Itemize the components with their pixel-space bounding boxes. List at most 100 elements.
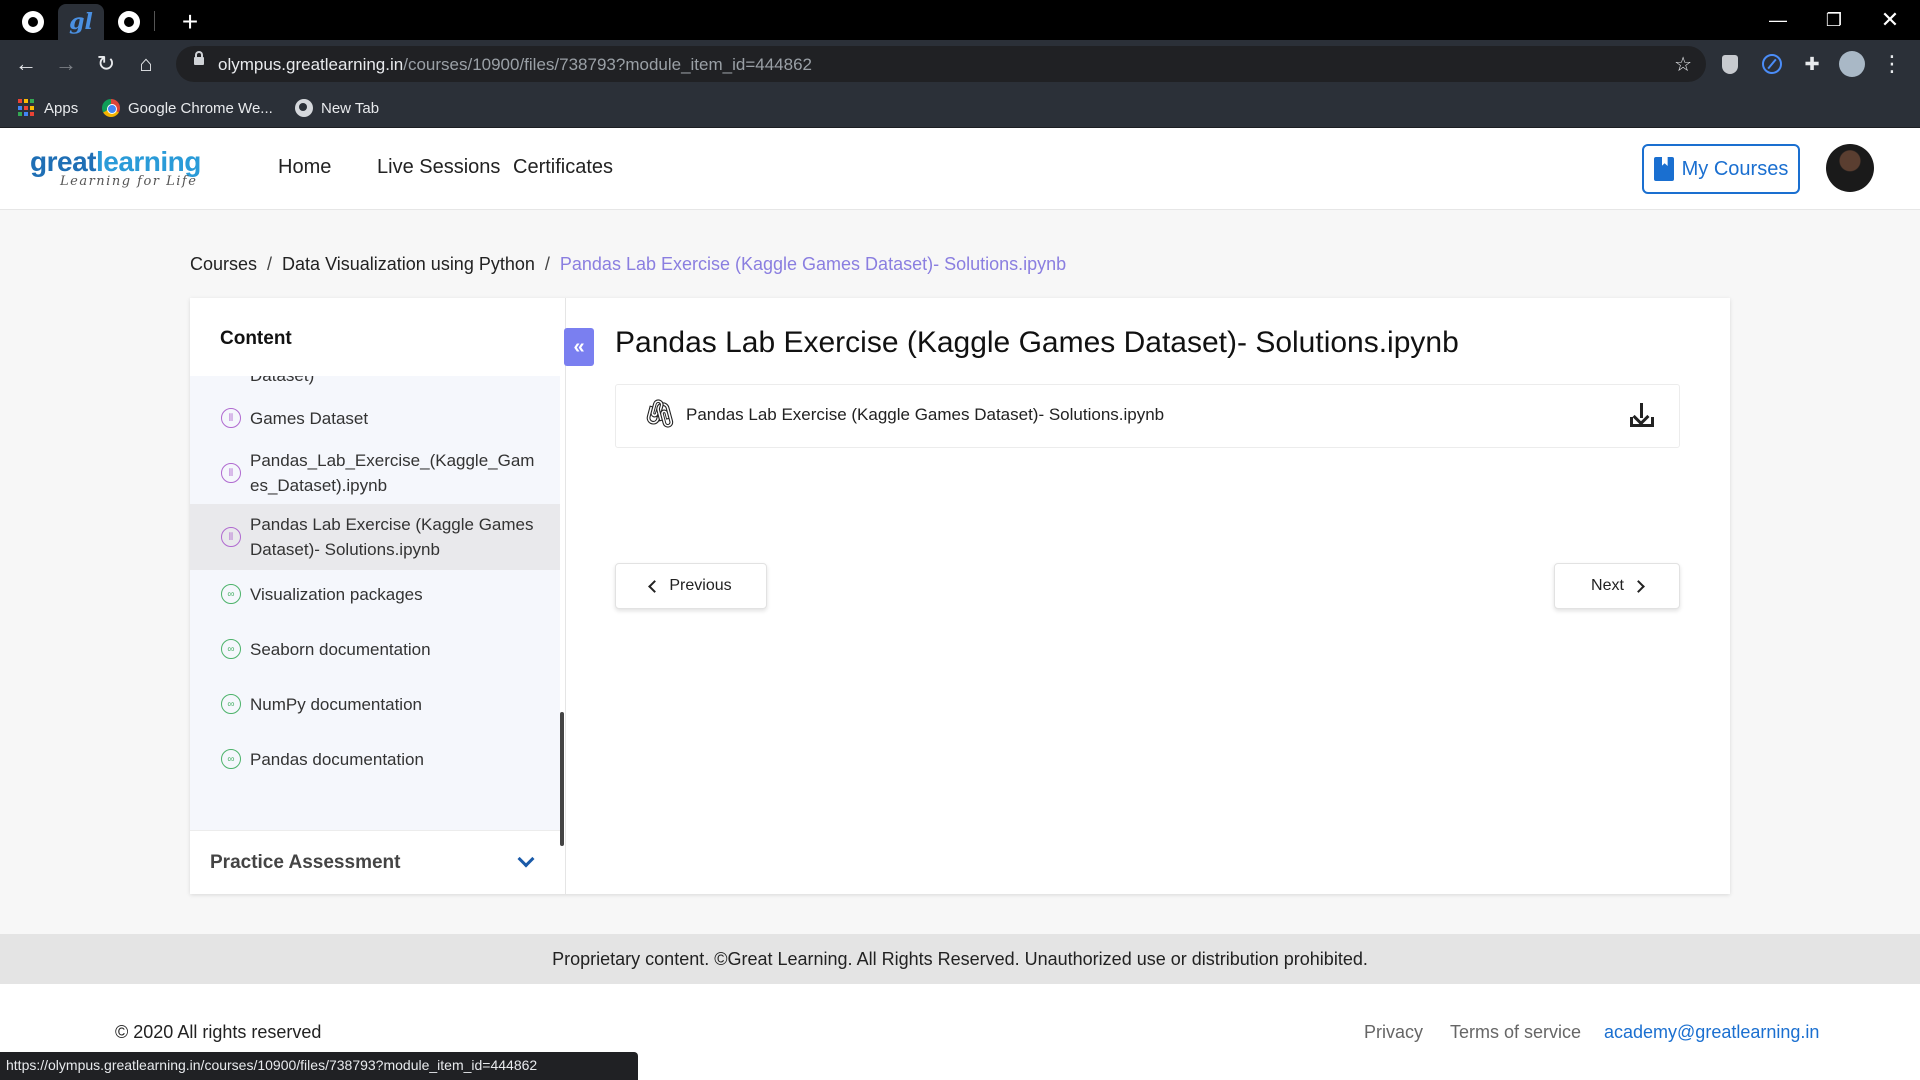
- link-icon: ∞: [221, 694, 241, 714]
- page-title: Pandas Lab Exercise (Kaggle Games Datase…: [615, 326, 1459, 359]
- collapse-sidebar-button[interactable]: «: [564, 328, 594, 366]
- link-icon: ∞: [221, 639, 241, 659]
- chrome-icon: [102, 99, 120, 117]
- bookmark-label: Apps: [44, 99, 79, 117]
- chevron-left-icon: [648, 579, 662, 593]
- sidebar-item-pandas-lab-exercise[interactable]: ⦀ Pandas_Lab_Exercise_(Kaggle_Gam es_Dat…: [190, 446, 560, 500]
- profile-avatar-icon[interactable]: [1838, 50, 1866, 78]
- github-icon: [118, 11, 140, 33]
- sidebar-item-label: Seaborn documentation: [250, 640, 431, 659]
- sidebar-item-label: Visualization packages: [250, 585, 423, 604]
- previous-label: Previous: [669, 577, 732, 594]
- globe-icon: [295, 99, 313, 117]
- site-header: greatlearning Learning for Life Home Liv…: [0, 128, 1920, 210]
- bookmark-label: Google Chrome We...: [128, 99, 273, 117]
- privacy-link[interactable]: Privacy: [1364, 1022, 1423, 1043]
- nav-certificates[interactable]: Certificates: [513, 156, 613, 179]
- sidebar-item-label: Pandas documentation: [250, 750, 424, 769]
- forward-button[interactable]: →: [48, 46, 84, 82]
- lock-icon: [194, 51, 204, 65]
- sidebar-item-label: Games Dataset: [250, 409, 369, 428]
- bookmark-apps[interactable]: Apps: [18, 96, 78, 120]
- sidebar-item-seaborn-documentation[interactable]: ∞ Seaborn documentation: [190, 635, 560, 663]
- bookmark-label: New Tab: [321, 99, 380, 117]
- restore-button[interactable]: ❐: [1806, 0, 1862, 40]
- tab-separator: [154, 11, 155, 31]
- greatlearning-tab[interactable]: gl: [58, 4, 104, 40]
- paperclip-icon: 🖇: [642, 398, 678, 429]
- github-tab[interactable]: [10, 4, 56, 40]
- sidebar-item-list[interactable]: Dataset) ⦀ Games Dataset ⦀ Pandas_Lab_Ex…: [190, 376, 560, 830]
- sidebar-item-visualization-packages[interactable]: ∞ Visualization packages: [190, 580, 560, 608]
- greatlearning-favicon-icon: gl: [69, 9, 93, 35]
- sidebar-item-label: NumPy documentation: [250, 695, 422, 714]
- sidebar-item-label: Pandas Lab Exercise (Kaggle Games Datase…: [250, 515, 534, 559]
- breadcrumb-courses[interactable]: Courses: [190, 254, 257, 274]
- file-name-link[interactable]: Pandas Lab Exercise (Kaggle Games Datase…: [686, 405, 1164, 425]
- clipped-item-text: Dataset): [250, 376, 314, 386]
- logo-text-great: great: [30, 146, 96, 177]
- logo-text-learning: learning: [95, 146, 201, 177]
- link-icon: ∞: [221, 749, 241, 769]
- logo-tagline: Learning for Life: [60, 174, 198, 189]
- next-label: Next: [1591, 577, 1624, 594]
- bookmark-star-icon[interactable]: ☆: [1674, 52, 1692, 77]
- content-card: Content Dataset) ⦀ Games Dataset ⦀ Panda…: [190, 298, 1730, 894]
- link-icon: ∞: [221, 584, 241, 604]
- back-button[interactable]: ←: [8, 46, 44, 82]
- sidebar-item-games-dataset[interactable]: ⦀ Games Dataset: [190, 404, 560, 432]
- close-window-button[interactable]: ✕: [1862, 0, 1918, 40]
- browser-status-bar: https://olympus.greatlearning.in/courses…: [0, 1052, 638, 1080]
- bookmarks-bar: Apps Google Chrome We... New Tab: [0, 88, 1920, 128]
- sidebar-scrollbar[interactable]: [560, 712, 564, 846]
- practice-assessment-label: Practice Assessment: [210, 851, 401, 873]
- email-link[interactable]: academy@greatlearning.in: [1604, 1022, 1819, 1043]
- github-icon: [22, 11, 44, 33]
- sidebar-item-numpy-documentation[interactable]: ∞ NumPy documentation: [190, 690, 560, 718]
- my-courses-label: My Courses: [1681, 157, 1789, 180]
- terms-of-service-link[interactable]: Terms of service: [1450, 1022, 1581, 1043]
- breadcrumb-separator: /: [267, 254, 273, 274]
- chevron-down-icon: [517, 850, 535, 868]
- file-icon: ⦀: [221, 408, 241, 428]
- chevron-right-icon: [1632, 579, 1645, 593]
- browser-toolbar: ← → ↻ ⌂ olympus.greatlearning.in/courses…: [0, 40, 1920, 88]
- shield-extension-icon[interactable]: [1716, 50, 1744, 78]
- kebab-menu-icon[interactable]: ⋮: [1878, 50, 1906, 78]
- home-button[interactable]: ⌂: [128, 46, 164, 82]
- download-icon[interactable]: [1629, 403, 1655, 429]
- github-tab-2[interactable]: [106, 4, 152, 40]
- practice-assessment-section[interactable]: Practice Assessment: [190, 830, 560, 894]
- content-sidebar: Content Dataset) ⦀ Games Dataset ⦀ Panda…: [190, 298, 566, 894]
- copyright-text: © 2020 All rights reserved: [115, 1022, 322, 1042]
- sidebar-item-pandas-lab-solutions[interactable]: ⦀ Pandas Lab Exercise (Kaggle Games Data…: [190, 504, 560, 570]
- next-button[interactable]: Next: [1554, 563, 1680, 609]
- user-avatar[interactable]: [1826, 144, 1874, 192]
- compass-extension-icon[interactable]: [1758, 50, 1786, 78]
- previous-button[interactable]: Previous: [615, 563, 767, 609]
- sidebar-item-pandas-documentation[interactable]: ∞ Pandas documentation: [190, 745, 560, 773]
- reload-button[interactable]: ↻: [88, 46, 124, 82]
- breadcrumb-course[interactable]: Data Visualization using Python: [282, 254, 535, 274]
- proprietary-notice: Proprietary content. ©Great Learning. Al…: [0, 934, 1920, 984]
- file-attachment: 🖇 Pandas Lab Exercise (Kaggle Games Data…: [615, 384, 1680, 448]
- greatlearning-logo[interactable]: greatlearning Learning for Life: [30, 146, 201, 189]
- apps-grid-icon: [18, 99, 36, 117]
- nav-home[interactable]: Home: [278, 156, 331, 179]
- address-bar[interactable]: olympus.greatlearning.in/courses/10900/f…: [176, 46, 1706, 82]
- url-text: olympus.greatlearning.in/courses/10900/f…: [218, 55, 812, 74]
- breadcrumb-current: Pandas Lab Exercise (Kaggle Games Datase…: [559, 254, 1067, 274]
- file-icon: ⦀: [221, 527, 241, 547]
- book-icon: [1653, 157, 1674, 181]
- file-icon: ⦀: [221, 463, 241, 483]
- breadcrumb-separator: /: [544, 254, 550, 274]
- minimize-button[interactable]: —: [1750, 0, 1806, 40]
- bookmark-google-chrome[interactable]: Google Chrome We...: [102, 96, 273, 120]
- breadcrumb: Courses / Data Visualization using Python /…: [190, 254, 1066, 275]
- bookmark-new-tab[interactable]: New Tab: [295, 96, 379, 120]
- my-courses-button[interactable]: My Courses: [1642, 144, 1800, 194]
- new-tab-button[interactable]: +: [170, 4, 210, 40]
- puzzle-extensions-icon[interactable]: ✚: [1798, 50, 1826, 78]
- nav-live-sessions[interactable]: Live Sessions: [377, 156, 500, 179]
- sidebar-heading: Content: [220, 328, 292, 349]
